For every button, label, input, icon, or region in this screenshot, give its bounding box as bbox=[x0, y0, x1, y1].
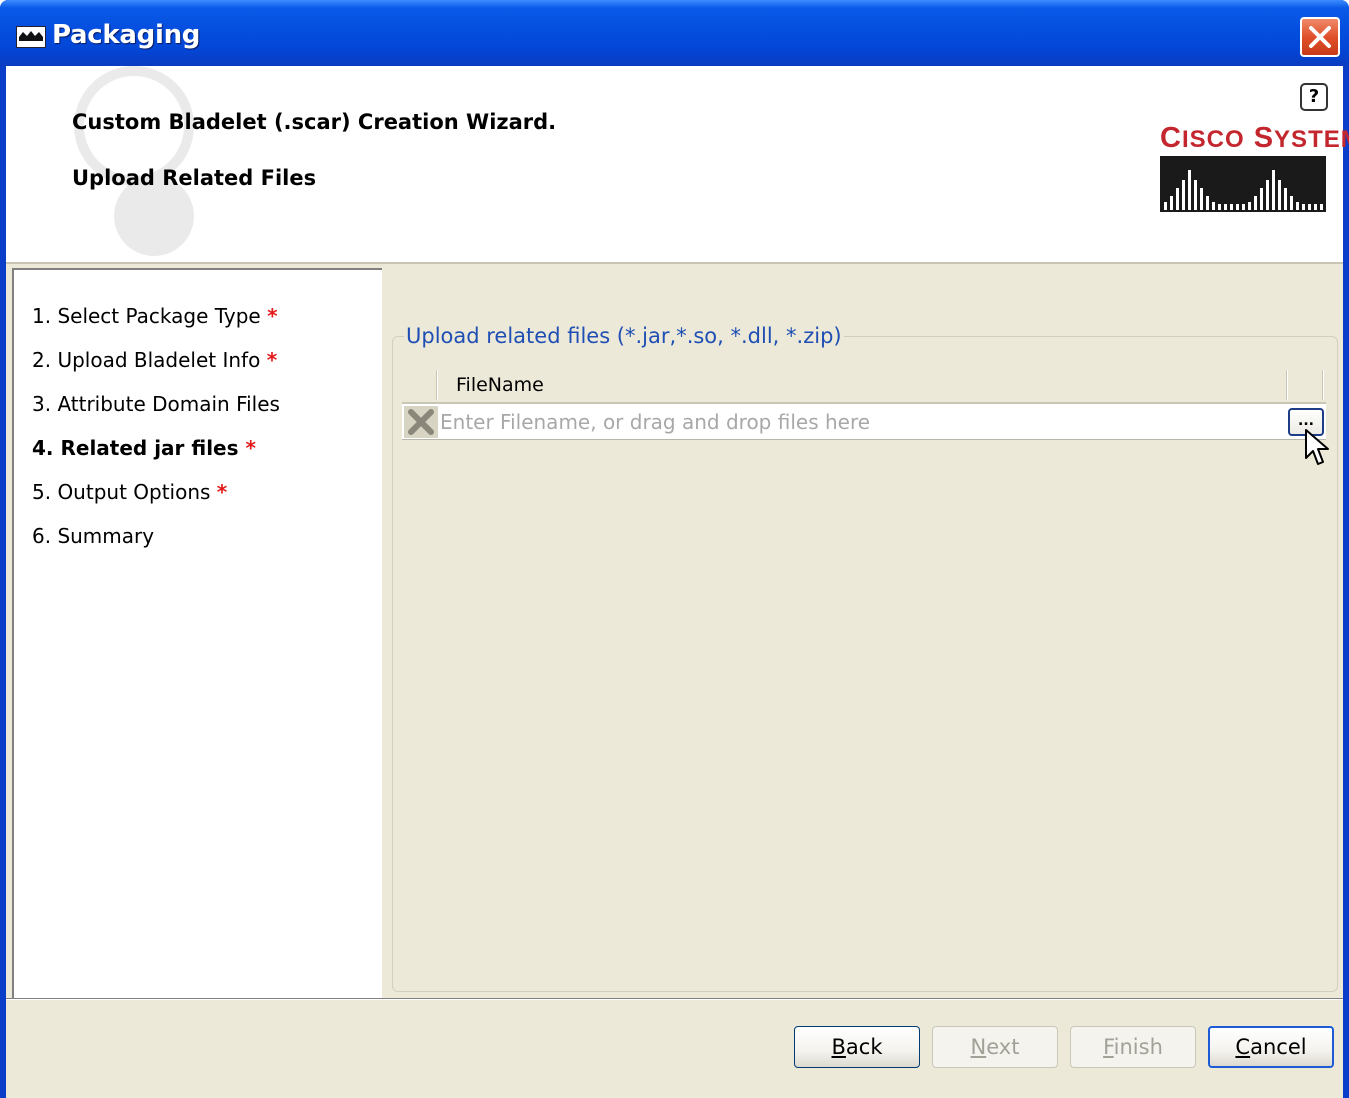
packaging-app-icon bbox=[16, 26, 46, 48]
mnemonic: B bbox=[831, 1035, 846, 1059]
title-bar[interactable]: Packaging bbox=[0, 0, 1349, 66]
column-separator[interactable] bbox=[1322, 370, 1324, 400]
wizard-steps-panel: 1. Select Package Type * 2. Upload Blade… bbox=[12, 268, 382, 998]
packaging-window: Packaging Custom Bladelet (.scar) Creati… bbox=[0, 0, 1349, 1098]
table-header: FileName bbox=[402, 368, 1326, 404]
required-marker: * bbox=[267, 304, 278, 328]
logo-letter: C bbox=[1160, 122, 1182, 154]
required-marker: * bbox=[266, 348, 278, 372]
close-button[interactable] bbox=[1300, 17, 1340, 57]
dialog-client-area: Custom Bladelet (.scar) Creation Wizard.… bbox=[6, 66, 1349, 1098]
cisco-bridge-logo-icon bbox=[1160, 156, 1326, 212]
mnemonic: C bbox=[1235, 1035, 1251, 1059]
nav-step-attribute-domain-files[interactable]: 3. Attribute Domain Files bbox=[32, 392, 280, 416]
cancel-button[interactable]: Cancel bbox=[1208, 1026, 1334, 1068]
wizard-header: Custom Bladelet (.scar) Creation Wizard.… bbox=[6, 66, 1349, 264]
logo-letters: YSTEMS bbox=[1274, 126, 1349, 153]
nav-step-related-jar-files[interactable]: 4. Related jar files * bbox=[32, 436, 256, 460]
logo-letters: ISCO bbox=[1181, 126, 1245, 153]
filename-input[interactable] bbox=[438, 404, 1286, 439]
button-label: ancel bbox=[1250, 1035, 1307, 1059]
nav-step-summary[interactable]: 6. Summary bbox=[32, 524, 154, 548]
nav-step-output-options[interactable]: 5. Output Options * bbox=[32, 480, 227, 504]
page-subtitle: Upload Related Files bbox=[72, 166, 317, 190]
mnemonic: F bbox=[1103, 1035, 1114, 1059]
back-button[interactable]: Back bbox=[794, 1026, 920, 1068]
nav-step-label: 4. Related jar files bbox=[32, 436, 239, 460]
nav-step-label: 1. Select Package Type bbox=[32, 304, 261, 328]
nav-step-label: 3. Attribute Domain Files bbox=[32, 392, 280, 416]
button-label: ext bbox=[986, 1035, 1020, 1059]
next-button[interactable]: Next bbox=[932, 1026, 1058, 1068]
nav-step-label: 5. Output Options bbox=[32, 480, 211, 504]
wizard-title: Custom Bladelet (.scar) Creation Wizard. bbox=[72, 110, 557, 134]
cisco-logo-text: CISCO SYSTEMS bbox=[1160, 122, 1349, 155]
required-marker: * bbox=[216, 480, 228, 504]
group-label: Upload related files (*.jar,*.so, *.dll,… bbox=[404, 324, 844, 348]
logo-letter: S bbox=[1253, 122, 1275, 154]
finish-button[interactable]: Finish bbox=[1070, 1026, 1196, 1068]
column-header-filename[interactable]: FileName bbox=[456, 374, 544, 396]
mnemonic: N bbox=[970, 1035, 987, 1059]
nav-step-label: 6. Summary bbox=[32, 524, 155, 548]
required-marker: * bbox=[245, 436, 256, 460]
button-label: inish bbox=[1113, 1035, 1163, 1059]
footer-separator bbox=[6, 998, 1343, 1000]
window-title: Packaging bbox=[52, 20, 201, 50]
help-icon[interactable]: ? bbox=[1300, 83, 1328, 111]
table-row: ... bbox=[402, 404, 1326, 440]
nav-step-select-package-type[interactable]: 1. Select Package Type * bbox=[32, 304, 278, 328]
delete-x-icon[interactable] bbox=[404, 406, 438, 438]
column-separator[interactable] bbox=[1286, 370, 1288, 400]
nav-step-upload-bladelet-info[interactable]: 2. Upload Bladelet Info * bbox=[32, 348, 277, 372]
watermark-graphic-icon bbox=[74, 66, 194, 256]
column-separator[interactable] bbox=[436, 370, 438, 400]
mouse-pointer-icon bbox=[1305, 429, 1329, 465]
upload-content-panel: Upload related files (*.jar,*.so, *.dll,… bbox=[384, 266, 1343, 998]
button-label: ack bbox=[845, 1035, 883, 1059]
nav-step-label: 2. Upload Bladelet Info bbox=[32, 348, 261, 372]
close-icon bbox=[1309, 26, 1331, 48]
